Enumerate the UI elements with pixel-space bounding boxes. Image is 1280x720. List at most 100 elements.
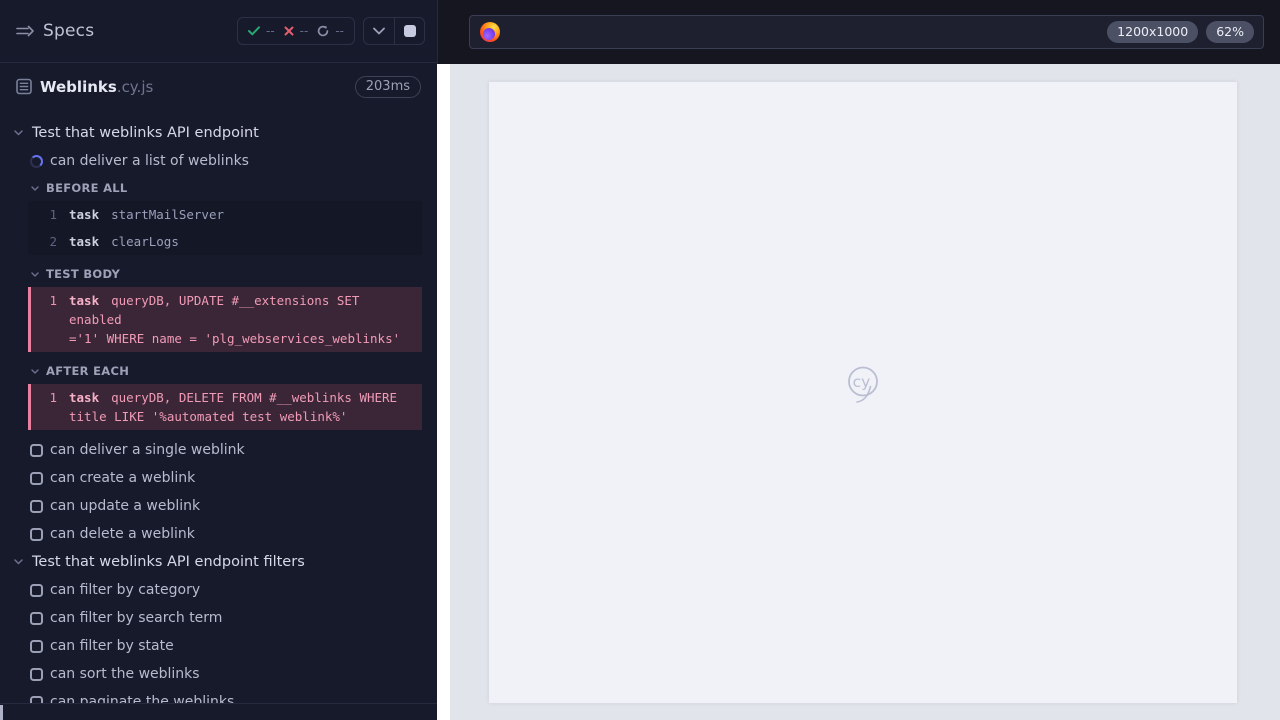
command-method: task: [69, 207, 100, 222]
pending-test-row[interactable]: can delete a weblink: [0, 520, 437, 548]
hook-after-each[interactable]: AFTER EACH: [0, 358, 437, 384]
cypress-watermark-icon: cy: [842, 362, 884, 414]
hook-test-body[interactable]: TEST BODY: [0, 261, 437, 287]
command-message: queryDB, DELETE FROM #__weblinks WHERE t…: [69, 390, 398, 424]
svg-text:cy: cy: [853, 373, 871, 391]
passed-count: --: [265, 24, 275, 38]
collapse-tests-button[interactable]: [364, 18, 394, 44]
stat-failed: --: [284, 24, 309, 38]
chevron-down-icon: [14, 559, 23, 565]
pending-test-row[interactable]: can sort the weblinks: [0, 660, 437, 688]
command-row[interactable]: 1 task startMailServer: [31, 201, 422, 228]
viewport-size-badge[interactable]: 1200x1000: [1107, 21, 1199, 43]
refresh-icon: [317, 25, 329, 37]
chevron-down-icon: [31, 185, 39, 191]
command-method: task: [69, 234, 100, 249]
run-controls: [363, 17, 425, 45]
command-method: task: [69, 293, 100, 308]
reporter-header: Specs -- -- --: [0, 0, 437, 63]
pending-test-row[interactable]: can paginate the weblinks: [0, 688, 437, 703]
spec-file-name: Weblinks.cy.js: [40, 77, 154, 96]
pending-box-icon: [30, 471, 43, 485]
chevron-down-icon: [14, 130, 23, 136]
test-tree: Test that weblinks API endpoint can deli…: [0, 110, 437, 703]
stop-run-button[interactable]: [394, 18, 424, 44]
spec-file-icon: [16, 78, 32, 95]
spec-file-row[interactable]: Weblinks.cy.js 203ms: [0, 63, 437, 110]
viewport-scale-badge[interactable]: 62%: [1206, 21, 1254, 43]
specs-title: Specs: [43, 21, 95, 41]
test-title: can deliver a single weblink: [50, 442, 245, 458]
spec-duration-badge: 203ms: [354, 75, 421, 98]
hook-before-all[interactable]: BEFORE ALL: [0, 175, 437, 201]
aut-viewport[interactable]: cy: [489, 82, 1237, 703]
pending-test-row[interactable]: can filter by category: [0, 576, 437, 604]
pending-test-row[interactable]: can deliver a single weblink: [0, 436, 437, 464]
command-number: 1: [49, 207, 57, 222]
command-number: 1: [49, 390, 57, 405]
hook-title: TEST BODY: [46, 267, 121, 281]
chevron-down-icon: [31, 271, 39, 277]
firefox-icon: [480, 22, 500, 42]
pending-box-icon: [30, 443, 43, 457]
test-stats: -- -- --: [236, 17, 355, 45]
command-message: startMailServer: [111, 207, 224, 222]
reporter-sidebar: Specs -- -- -- Weblinks.cy.js 203ms Test…: [0, 0, 437, 720]
running-spinner-icon: [30, 154, 43, 168]
suite-title: Test that weblinks API endpoint: [32, 125, 259, 141]
pending-box-icon: [30, 611, 43, 625]
pending-test-row[interactable]: can filter by state: [0, 632, 437, 660]
test-title: can filter by state: [50, 638, 174, 654]
viewport-surround: cy: [450, 64, 1280, 720]
test-title: can filter by search term: [50, 610, 223, 626]
command-block-before-all: 1 task startMailServer 2 task clearLogs: [28, 201, 422, 255]
pending-box-icon: [30, 667, 43, 681]
stop-icon: [403, 25, 416, 37]
test-title: can paginate the weblinks: [50, 694, 235, 703]
command-number: 2: [49, 234, 57, 249]
command-message: clearLogs: [111, 234, 179, 249]
running-count: --: [335, 24, 344, 38]
test-title: can filter by category: [50, 582, 201, 598]
stage-body: cy: [437, 64, 1280, 720]
hook-title: BEFORE ALL: [46, 181, 128, 195]
pending-test-row[interactable]: can update a weblink: [0, 492, 437, 520]
pending-test-row[interactable]: can create a weblink: [0, 464, 437, 492]
pending-box-icon: [30, 527, 43, 541]
specs-menu-icon[interactable]: [16, 24, 34, 38]
app-stage: 1200x1000 62% cy: [437, 0, 1280, 720]
stage-header: 1200x1000 62%: [437, 0, 1280, 64]
command-row[interactable]: 2 task clearLogs: [31, 228, 422, 255]
pending-box-icon: [30, 639, 43, 653]
command-method: task: [69, 390, 100, 405]
test-title: can create a weblink: [50, 470, 196, 486]
failed-x-icon: [284, 26, 294, 36]
running-test-row[interactable]: can deliver a list of weblinks: [0, 147, 437, 175]
test-title: can delete a weblink: [50, 526, 195, 542]
suite-row[interactable]: Test that weblinks API endpoint: [0, 119, 437, 147]
command-row[interactable]: 1 task queryDB, UPDATE #__extensions SET e…: [31, 287, 422, 352]
command-row[interactable]: 1 task queryDB, DELETE FROM #__weblinks WH…: [31, 384, 422, 430]
test-title: can update a weblink: [50, 498, 201, 514]
pending-test-row[interactable]: can filter by search term: [0, 604, 437, 632]
stat-running: --: [317, 24, 344, 38]
command-block-test-body: 1 task queryDB, UPDATE #__extensions SET e…: [28, 287, 422, 352]
chevron-down-icon: [31, 368, 39, 374]
reporter-resize-handle[interactable]: [437, 64, 450, 720]
command-block-after-each: 1 task queryDB, DELETE FROM #__weblinks WH…: [28, 384, 422, 430]
stat-passed: --: [247, 24, 275, 38]
reporter-footer: [0, 703, 437, 720]
scrollbar-thumb[interactable]: [0, 705, 3, 720]
command-number: 1: [49, 293, 57, 308]
command-message: queryDB, UPDATE #__extensions SET enable…: [69, 293, 401, 346]
chevron-down-icon: [373, 27, 385, 35]
suite-title: Test that weblinks API endpoint filters: [32, 554, 305, 570]
passed-check-icon: [247, 26, 260, 36]
test-title: can deliver a list of weblinks: [50, 153, 249, 169]
suite-row[interactable]: Test that weblinks API endpoint filters: [0, 548, 437, 576]
test-title: can sort the weblinks: [50, 666, 200, 682]
url-bar[interactable]: 1200x1000 62%: [469, 15, 1264, 49]
pending-box-icon: [30, 583, 43, 597]
failed-count: --: [299, 24, 309, 38]
pending-box-icon: [30, 695, 43, 703]
